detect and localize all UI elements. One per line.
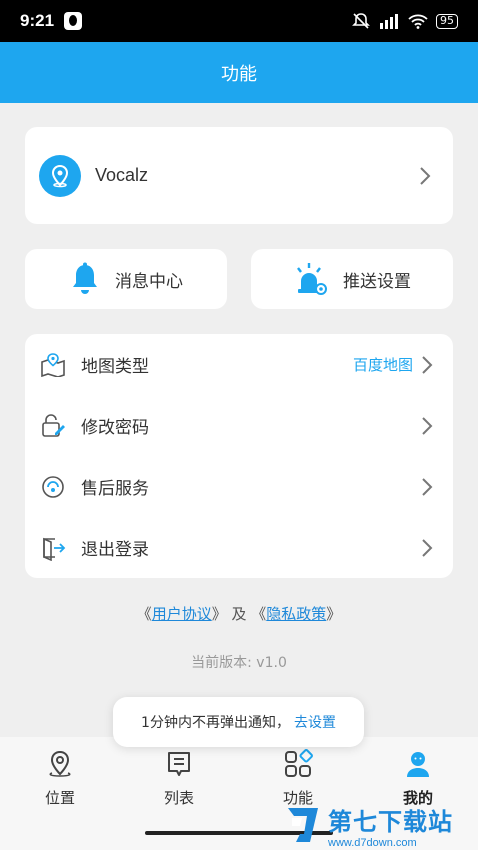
message-center-label: 消息中心 (115, 271, 183, 292)
alarm-settings-icon (297, 263, 327, 295)
location-icon (49, 750, 71, 777)
privacy-policy-link[interactable]: 隐私政策 (266, 605, 326, 623)
watermark-url: www.d7down.com (328, 836, 417, 849)
watermark-text: 第七下载站 www.d7down.com (328, 802, 453, 849)
app-bar: 功能 (0, 42, 478, 103)
map-type-value: 百度地图 (352, 356, 413, 374)
location-pin-icon (51, 164, 69, 187)
version-info: 当前版本: v1.0 (0, 652, 478, 672)
mute-bell-icon (352, 13, 370, 29)
after-sales-label: 售后服务 (81, 479, 149, 499)
toast-settings-link[interactable]: 去设置 (294, 712, 336, 732)
logout-label: 退出登录 (81, 540, 149, 560)
status-icons: 95 (352, 12, 458, 30)
grid-icon (285, 749, 313, 777)
watermark: 第七下载站 www.d7down.com (282, 800, 478, 850)
toast-text: 1分钟内不再弹出通知， (141, 715, 290, 731)
wifi-icon (408, 14, 428, 29)
chevron-right-icon (420, 166, 431, 185)
tab-list-label: 列表 (163, 789, 194, 807)
status-bar: 9:21 95 (0, 0, 478, 42)
page-title: 功能 (221, 63, 257, 85)
chevron-right-icon (422, 416, 433, 435)
map-type-label: 地图类型 (81, 357, 149, 377)
watermark-title: 第七下载站 (328, 807, 453, 836)
battery-indicator: 95 (436, 13, 458, 29)
chevron-right-icon (422, 538, 433, 557)
agreements-text: 《用户协议》 及 《隐私政策》 (0, 603, 478, 624)
user-agreement-link[interactable]: 用户协议 (152, 605, 212, 623)
tab-location[interactable]: 位置 (20, 749, 100, 808)
push-settings-label: 推送设置 (343, 271, 411, 292)
settings-list: 地图类型 百度地图 修改密码 售后服务 退出登录 (25, 334, 453, 578)
qq-notification-icon (64, 12, 83, 30)
user-profile-card[interactable]: Vocalz (25, 127, 453, 224)
push-settings-button[interactable]: 推送设置 (251, 249, 453, 309)
list-item-after-sales[interactable]: 售后服务 (25, 456, 453, 517)
bracket-open: 《 (251, 605, 267, 623)
and-text: 及 (226, 605, 252, 623)
service-icon (39, 473, 67, 501)
watermark-logo-icon (288, 808, 318, 842)
signal-icon (380, 14, 398, 29)
person-icon (407, 752, 429, 777)
list-icon (168, 752, 190, 776)
bracket-open: 《 (136, 605, 152, 623)
list-item-logout[interactable]: 退出登录 (25, 517, 453, 578)
tab-list[interactable]: 列表 (139, 749, 219, 808)
message-center-button[interactable]: 消息中心 (25, 249, 227, 309)
chevron-right-icon (422, 355, 433, 374)
version-text: 当前版本: v1.0 (191, 655, 287, 671)
logout-icon (39, 534, 67, 562)
user-name: Vocalz (95, 165, 149, 185)
status-time: 9:21 (20, 11, 55, 30)
list-item-change-password[interactable]: 修改密码 (25, 395, 453, 456)
tab-location-label: 位置 (44, 789, 75, 807)
chevron-right-icon (422, 477, 433, 496)
edit-password-icon (39, 412, 67, 440)
avatar (39, 154, 81, 197)
bracket-close: 》 (326, 605, 342, 623)
map-icon (39, 351, 67, 379)
notification-toast: 1分钟内不再弹出通知， 去设置 (113, 697, 364, 747)
bracket-close: 》 (211, 605, 227, 623)
bell-icon (73, 262, 97, 294)
list-item-map-type[interactable]: 地图类型 百度地图 (25, 334, 453, 395)
change-password-label: 修改密码 (81, 418, 149, 438)
